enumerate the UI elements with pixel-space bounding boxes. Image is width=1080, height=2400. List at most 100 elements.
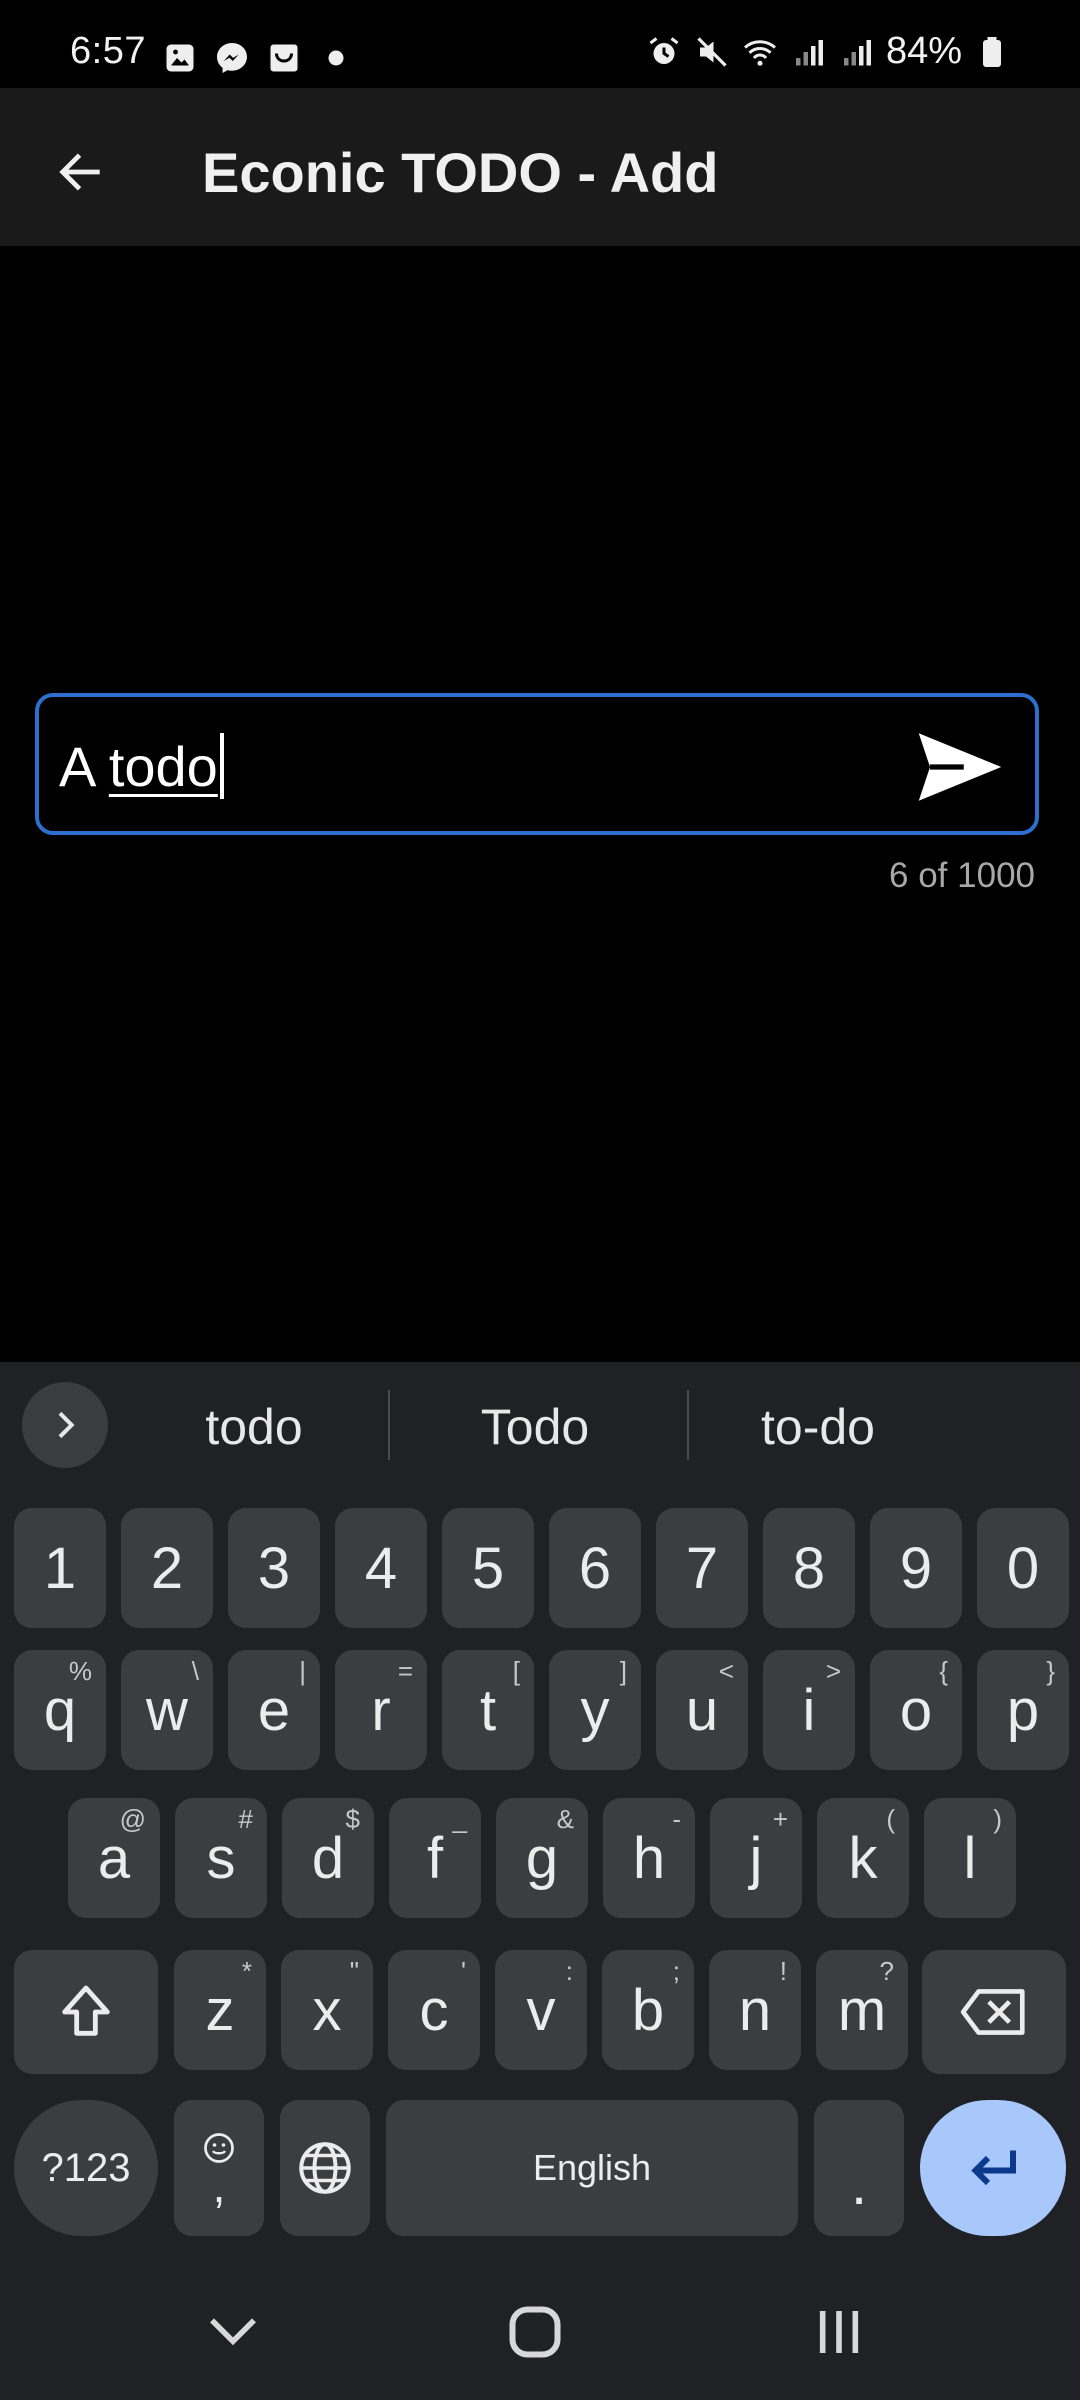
key-label: 1 — [43, 1535, 77, 1601]
key-letter[interactable]: j + — [710, 1798, 802, 1918]
key-label: l — [963, 1825, 977, 1891]
key-letter[interactable]: s # — [175, 1798, 267, 1918]
shift-icon — [62, 1985, 110, 2036]
key-secondary-label: @ — [119, 1804, 146, 1834]
suggestion-1[interactable]: todo — [124, 1398, 384, 1456]
key-letter[interactable]: v: — [495, 1950, 587, 2070]
suggestion-3[interactable]: to-do — [688, 1398, 948, 1456]
key-letter[interactable]: e | — [228, 1650, 320, 1770]
signal-icon — [795, 39, 823, 65]
key-letter[interactable]: m? — [816, 1950, 908, 2070]
key-letter[interactable]: d $ — [282, 1798, 374, 1918]
key-number[interactable]: 0 — [977, 1508, 1069, 1628]
app-bar: Econic TODO - Add — [0, 88, 1080, 246]
key-secondary-label: [ — [512, 1656, 520, 1686]
text-caret — [219, 733, 224, 799]
key-letter[interactable]: o{ — [870, 1650, 962, 1770]
status-bar: 6:57 84% — [0, 0, 1080, 88]
key-number[interactable]: 6 — [549, 1508, 641, 1628]
key-secondary-label: * — [241, 1956, 252, 1986]
enter-icon — [971, 2150, 1016, 2186]
key-label: 2 — [150, 1535, 184, 1601]
key-label: c — [419, 1977, 449, 2043]
key-secondary-label: & — [556, 1804, 574, 1834]
alarm-icon — [649, 36, 679, 64]
navigation-bar — [0, 2262, 1080, 2400]
key-letter[interactable]: p} — [977, 1650, 1069, 1770]
key-secondary-label: ? — [879, 1956, 894, 1986]
system-icons: 84% — [646, 30, 1010, 73]
key-number[interactable]: 8 — [763, 1508, 855, 1628]
key-secondary-label: ; — [672, 1956, 680, 1986]
key-letter[interactable]: z * — [174, 1950, 266, 2070]
space-key[interactable]: English — [386, 2100, 798, 2236]
key-label: x — [312, 1977, 342, 2043]
send-button[interactable] — [915, 729, 1005, 805]
key-label: p — [1006, 1677, 1040, 1743]
key-letter[interactable]: x " — [281, 1950, 373, 2070]
suggestion-expand-button[interactable] — [22, 1382, 108, 1468]
key-label: h — [632, 1825, 666, 1891]
shift-key[interactable] — [14, 1950, 158, 2074]
key-number[interactable]: 9 — [870, 1508, 962, 1628]
key-number[interactable]: 2 — [121, 1508, 213, 1628]
key-label: w — [146, 1677, 188, 1743]
key-letter[interactable]: n! — [709, 1950, 801, 2070]
key-label: 7 — [685, 1535, 719, 1601]
language-key[interactable] — [280, 2100, 370, 2236]
key-label: 6 — [578, 1535, 612, 1601]
back-button[interactable] — [40, 132, 120, 212]
key-secondary-label: # — [238, 1804, 253, 1834]
todo-input[interactable]: A todo — [35, 693, 1039, 835]
key-number[interactable]: 4 — [335, 1508, 427, 1628]
home-button[interactable] — [490, 2292, 580, 2372]
key-letter[interactable]: y] — [549, 1650, 641, 1770]
todo-input-value[interactable]: A todo — [59, 733, 224, 799]
key-letter[interactable]: h- — [603, 1798, 695, 1918]
character-counter: 6 of 1000 — [889, 856, 1035, 895]
key-label: v — [526, 1977, 556, 2043]
suggestion-bar: todo Todo to-do — [0, 1362, 1080, 1492]
period-key[interactable]: . — [814, 2100, 904, 2236]
home-icon — [509, 2306, 561, 2358]
key-secondary-label: $ — [345, 1804, 360, 1834]
mute-icon — [697, 36, 727, 67]
key-letter[interactable]: w \ — [121, 1650, 213, 1770]
key-letter[interactable]: b; — [602, 1950, 694, 2070]
key-label: d — [311, 1825, 345, 1891]
signal-icon — [843, 39, 871, 65]
send-icon — [918, 733, 1002, 801]
key-letter[interactable]: u < — [656, 1650, 748, 1770]
key-secondary-label: - — [672, 1804, 681, 1834]
hide-keyboard-button[interactable] — [188, 2292, 278, 2372]
key-label: 8 — [792, 1535, 826, 1601]
key-letter[interactable]: q% — [14, 1650, 106, 1770]
recents-button[interactable] — [794, 2292, 884, 2372]
key-number[interactable]: 3 — [228, 1508, 320, 1628]
enter-key[interactable] — [920, 2100, 1066, 2236]
backspace-key[interactable] — [922, 1950, 1066, 2074]
key-label: o — [899, 1677, 933, 1743]
key-number[interactable]: 7 — [656, 1508, 748, 1628]
key-letter[interactable]: l) — [924, 1798, 1016, 1918]
key-secondary-label: " — [349, 1956, 359, 1986]
notification-icons — [162, 40, 354, 76]
key-letter[interactable]: c ' — [388, 1950, 480, 2070]
key-number[interactable]: 1 — [14, 1508, 106, 1628]
key-letter[interactable]: a @ — [68, 1798, 160, 1918]
key-secondary-label: ) — [993, 1804, 1002, 1834]
key-letter[interactable]: k( — [817, 1798, 909, 1918]
suggestion-2[interactable]: Todo — [405, 1398, 665, 1456]
key-letter[interactable]: f _ — [389, 1798, 481, 1918]
key-letter[interactable]: r = — [335, 1650, 427, 1770]
symbols-key[interactable]: ?123 — [14, 2100, 158, 2236]
key-letter[interactable]: t[ — [442, 1650, 534, 1770]
key-label: k — [848, 1825, 878, 1891]
key-letter[interactable]: g & — [496, 1798, 588, 1918]
key-secondary-label: = — [397, 1656, 413, 1686]
emoji-comma-key[interactable]: , — [174, 2100, 264, 2236]
key-secondary-label: { — [939, 1656, 948, 1686]
key-number[interactable]: 5 — [442, 1508, 534, 1628]
key-secondary-label: < — [718, 1656, 734, 1686]
key-letter[interactable]: i > — [763, 1650, 855, 1770]
